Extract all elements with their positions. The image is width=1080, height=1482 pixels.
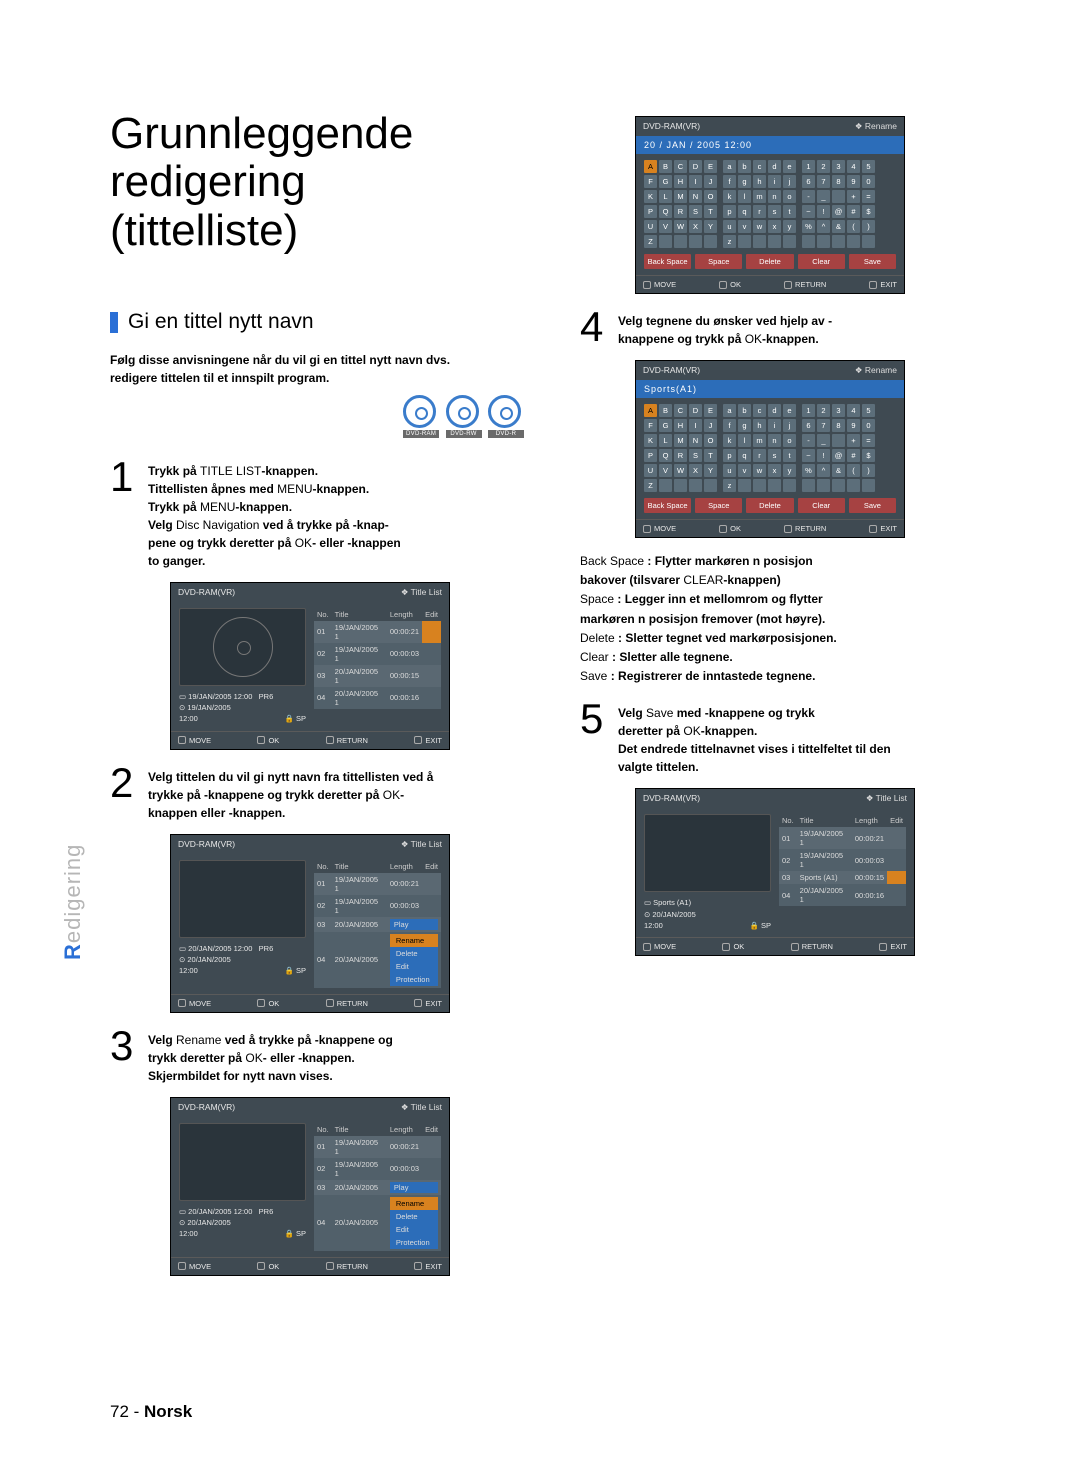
step-text: Velg tittelen du vil gi nytt navn fra ti… bbox=[148, 764, 433, 822]
osd-keyboard-1: DVD-RAM(VR)❖ Rename 20 / JAN / 2005 12:0… bbox=[635, 116, 905, 294]
osd-title-list-3: DVD-RAM(VR)❖ Title List ▭ 20/JAN/2005 12… bbox=[170, 1097, 450, 1276]
step-text: Velg Save med -knappene og trykk derette… bbox=[618, 700, 891, 776]
step-text: Velg tegnene du ønsker ved hjelp av - kn… bbox=[618, 308, 832, 348]
key-definitions: Back Space : Flytter markøren n posisjon… bbox=[580, 552, 990, 686]
step-number: 2 bbox=[110, 764, 140, 802]
step-1: 1 Trykk på TITLE LIST-knappen. Tittellis… bbox=[110, 458, 550, 570]
step-number: 3 bbox=[110, 1027, 140, 1065]
disc-type-icons: DVD-RAM DVD-RW DVD-R bbox=[110, 395, 524, 440]
step-2: 2 Velg tittelen du vil gi nytt navn fra … bbox=[110, 764, 550, 822]
osd-title-list-5: DVD-RAM(VR)❖ Title List ▭ Sports (A1) ⊙ … bbox=[635, 788, 915, 956]
step-3: 3 Velg Rename ved å trykke på -knappene … bbox=[110, 1027, 550, 1085]
osd-title-list-1: DVD-RAM(VR)❖ Title List ▭ 19/JAN/2005 12… bbox=[170, 582, 450, 750]
dvd-rw-icon: DVD-RW bbox=[446, 395, 482, 439]
sidebar-category: Redigering bbox=[60, 844, 86, 960]
osd-title-list-2: DVD-RAM(VR)❖ Title List ▭ 20/JAN/2005 12… bbox=[170, 834, 450, 1013]
osd-keyboard-2: DVD-RAM(VR)❖ Rename Sports(A1) ABCDEFGHI… bbox=[635, 360, 905, 538]
intro-text: Følg disse anvisningene når du vil gi en… bbox=[110, 352, 470, 387]
page-title: Grunnleggende redigering (tittelliste) bbox=[110, 110, 490, 255]
step-5: 5 Velg Save med -knappene og trykk deret… bbox=[580, 700, 990, 776]
step-text: Trykk på TITLE LIST-knappen. Tittelliste… bbox=[148, 458, 401, 570]
title-table: No.TitleLengthEdit 0119/JAN/2005 100:00:… bbox=[314, 608, 441, 709]
step-4: 4 Velg tegnene du ønsker ved hjelp av - … bbox=[580, 308, 990, 348]
step-number: 1 bbox=[110, 458, 140, 496]
step-number: 5 bbox=[580, 700, 610, 738]
step-text: Velg Rename ved å trykke på -knappene og… bbox=[148, 1027, 393, 1085]
step-number: 4 bbox=[580, 308, 610, 346]
dvd-ram-icon: DVD-RAM bbox=[403, 395, 439, 439]
page-footer: 72 - Norsk bbox=[110, 1402, 192, 1422]
dvd-r-icon: DVD-R bbox=[488, 395, 524, 439]
section-heading: Gi en tittel nytt navn bbox=[110, 310, 550, 334]
section-heading-text: Gi en tittel nytt navn bbox=[128, 310, 314, 334]
